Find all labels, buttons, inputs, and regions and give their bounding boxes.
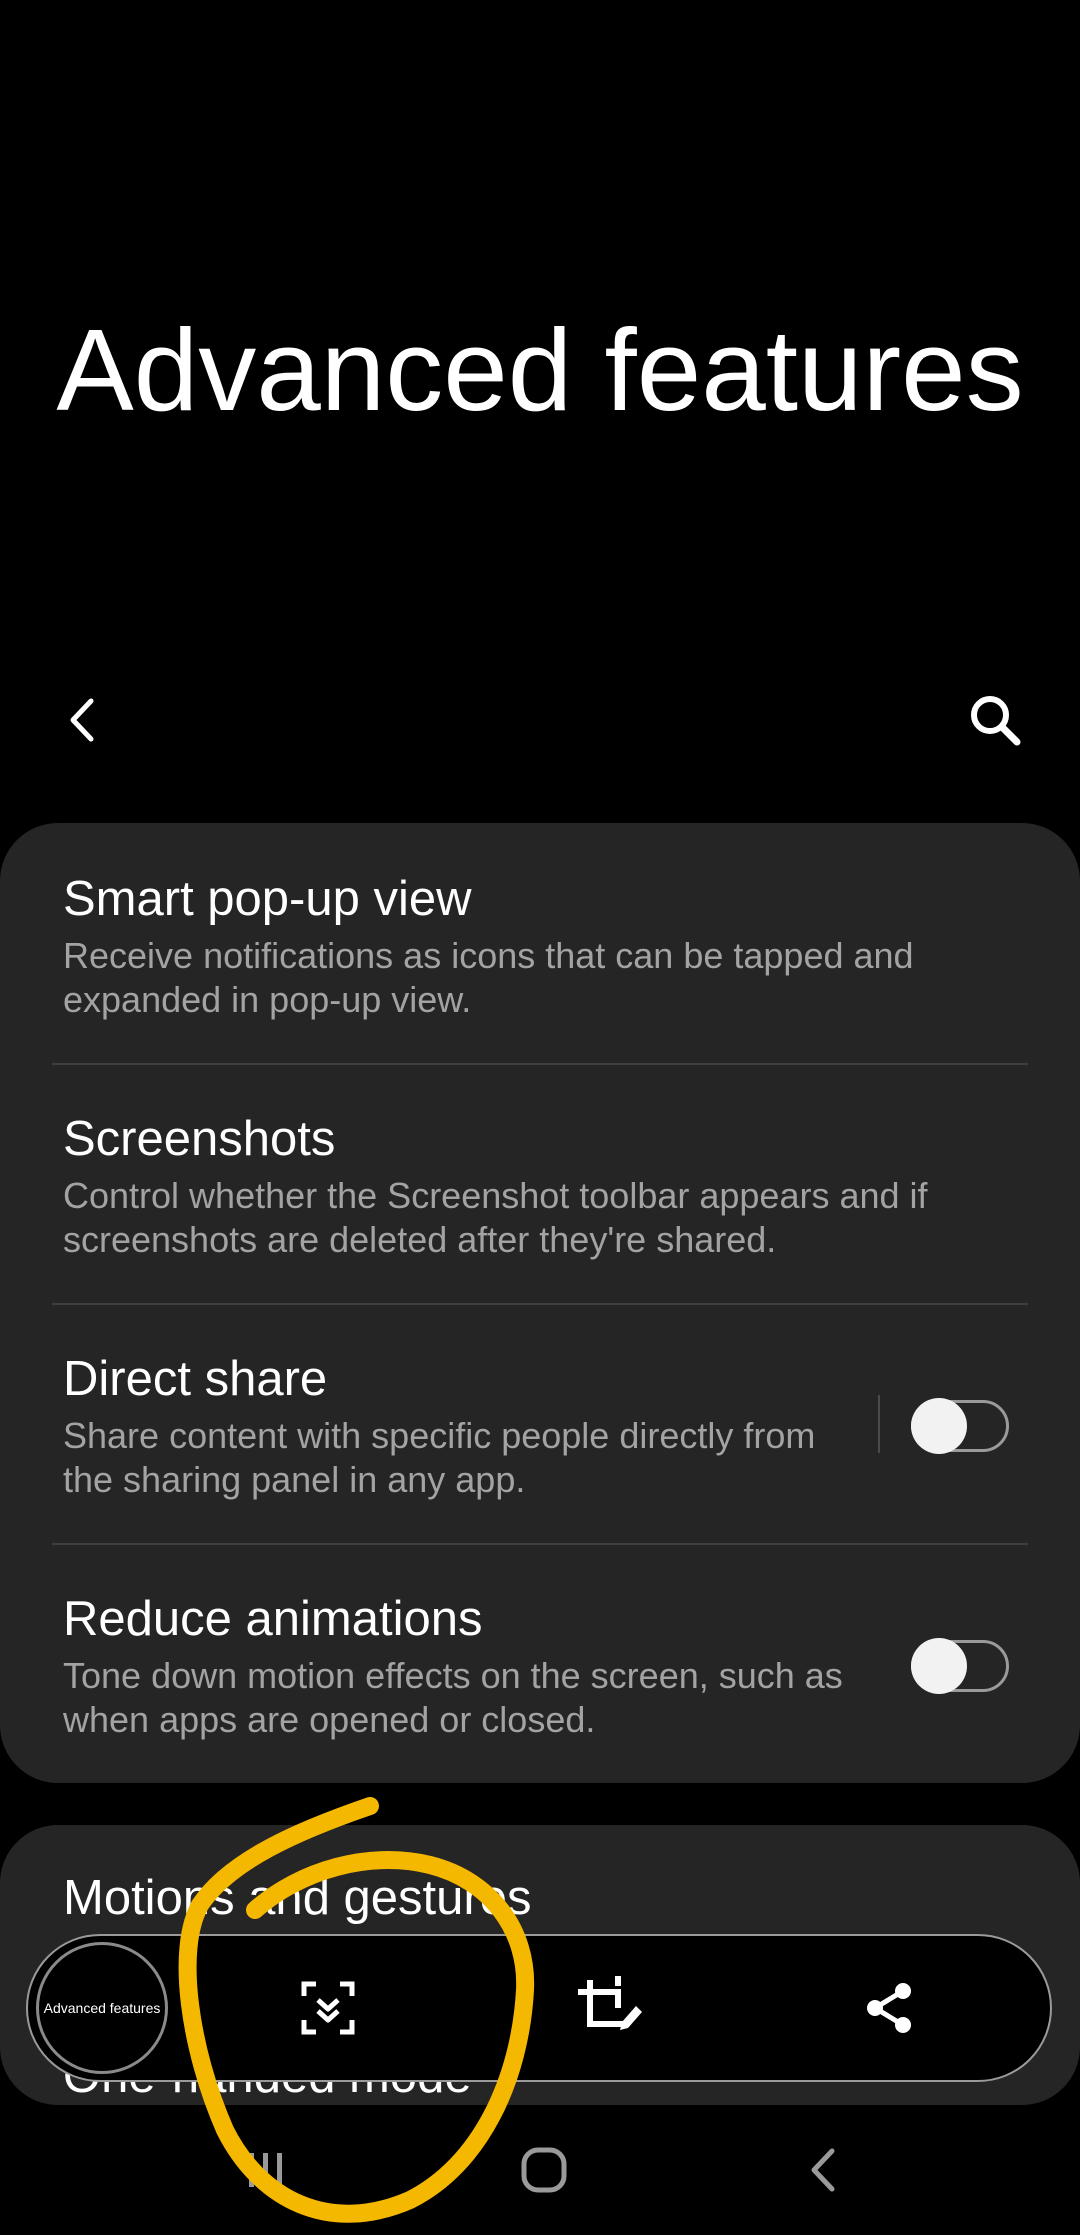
vertical-separator (878, 1395, 880, 1453)
share-icon[interactable] (854, 1973, 924, 2043)
setting-title: Screenshots (63, 1112, 336, 1166)
screenshot-thumbnail[interactable]: Advanced features (36, 1942, 168, 2074)
setting-screenshots[interactable]: Screenshots Control whether the Screensh… (0, 1063, 1080, 1303)
thumbnail-text: Advanced features (43, 2000, 161, 2016)
search-icon[interactable] (955, 680, 1035, 760)
direct-share-toggle[interactable] (911, 1398, 1009, 1454)
setting-motions-and-gestures[interactable]: Motions and gestures (63, 1868, 532, 1928)
setting-reduce-animations[interactable]: Reduce animations Tone down motion effec… (0, 1543, 1080, 1783)
setting-direct-share[interactable]: Direct share Share content with specific… (0, 1303, 1080, 1543)
setting-title: Smart pop-up view (63, 872, 472, 926)
setting-description: Tone down motion effects on the screen, … (63, 1655, 843, 1740)
nav-back-button[interactable] (780, 2130, 870, 2210)
setting-description: Control whether the Screenshot toolbar a… (63, 1175, 928, 1260)
setting-description: Receive notifications as icons that can … (63, 935, 914, 1020)
page-title: Advanced features (56, 305, 1024, 435)
recents-button[interactable] (220, 2130, 310, 2210)
toggle-knob (911, 1398, 967, 1454)
toggle-knob (911, 1638, 967, 1694)
screenshot-toolbar: Advanced features (26, 1934, 1052, 2082)
setting-description: Share content with specific people direc… (63, 1415, 816, 1500)
scroll-capture-icon[interactable] (293, 1973, 363, 2043)
reduce-animations-toggle[interactable] (911, 1638, 1009, 1694)
setting-title: Direct share (63, 1352, 328, 1406)
back-icon[interactable] (44, 680, 124, 760)
setting-smart-popup-view[interactable]: Smart pop-up view Receive notifications … (0, 823, 1080, 1063)
crop-edit-icon[interactable] (574, 1973, 644, 2043)
setting-title: Reduce animations (63, 1592, 483, 1646)
home-button[interactable] (499, 2130, 589, 2210)
settings-card: Smart pop-up view Receive notifications … (0, 823, 1080, 1783)
